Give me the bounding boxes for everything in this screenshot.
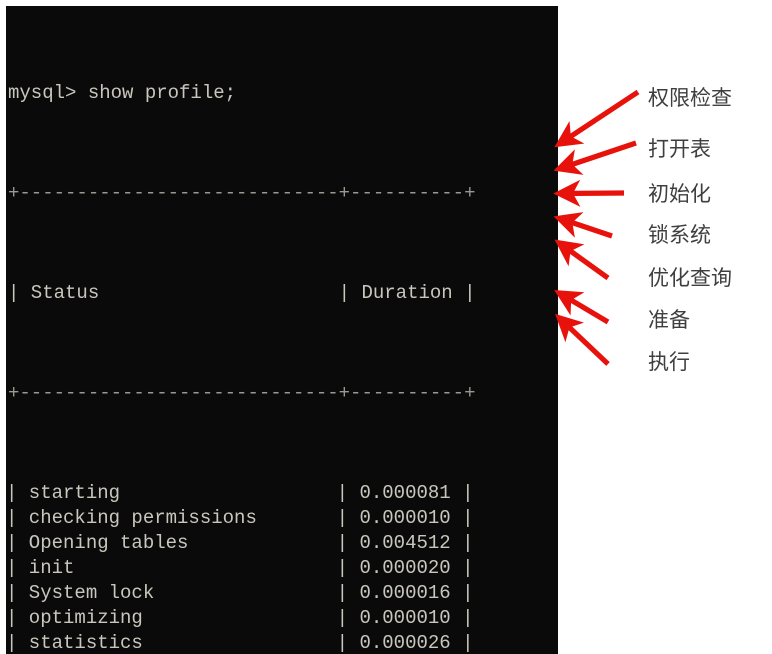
annotation-label: 锁系统: [648, 223, 711, 247]
table-separator-top: +----------------------------+----------…: [8, 182, 476, 204]
table-body: | starting | 0.000081 | | checking permis…: [6, 481, 558, 654]
annotation-label: 打开表: [648, 137, 711, 161]
annotation-arrow: [554, 89, 640, 148]
annotation-label: 权限检查: [648, 86, 732, 110]
annotation-arrow: [553, 179, 625, 207]
table-row: | Opening tables | 0.004512 |: [6, 532, 474, 554]
annotation-arrow: [553, 212, 613, 239]
table-separator-mid: +----------------------------+----------…: [8, 382, 476, 404]
annotation-arrow: [553, 140, 637, 175]
annotation-arrow: [555, 313, 610, 366]
annotation-label: 执行: [648, 350, 690, 374]
annotation-label: 准备: [648, 308, 690, 332]
table-header-row: | Status | Duration |: [8, 282, 476, 304]
table-row: | starting | 0.000081 |: [6, 482, 474, 504]
mysql-terminal[interactable]: mysql> show profile; +------------------…: [6, 6, 558, 654]
table-row: | checking permissions | 0.000010 |: [6, 507, 474, 529]
annotation-arrow: [554, 239, 610, 281]
annotation-label: 初始化: [648, 182, 711, 206]
table-row: | System lock | 0.000016 |: [6, 582, 474, 604]
table-row: | init | 0.000020 |: [6, 557, 474, 579]
table-row: | optimizing | 0.000010 |: [6, 607, 474, 629]
terminal-prompt-line: mysql> show profile;: [8, 82, 237, 104]
table-row: | statistics | 0.000026 |: [6, 632, 474, 654]
annotation-label: 优化查询: [648, 266, 732, 290]
annotation-arrow: [554, 290, 610, 325]
screenshot-root: mysql> show profile; +------------------…: [0, 0, 772, 654]
